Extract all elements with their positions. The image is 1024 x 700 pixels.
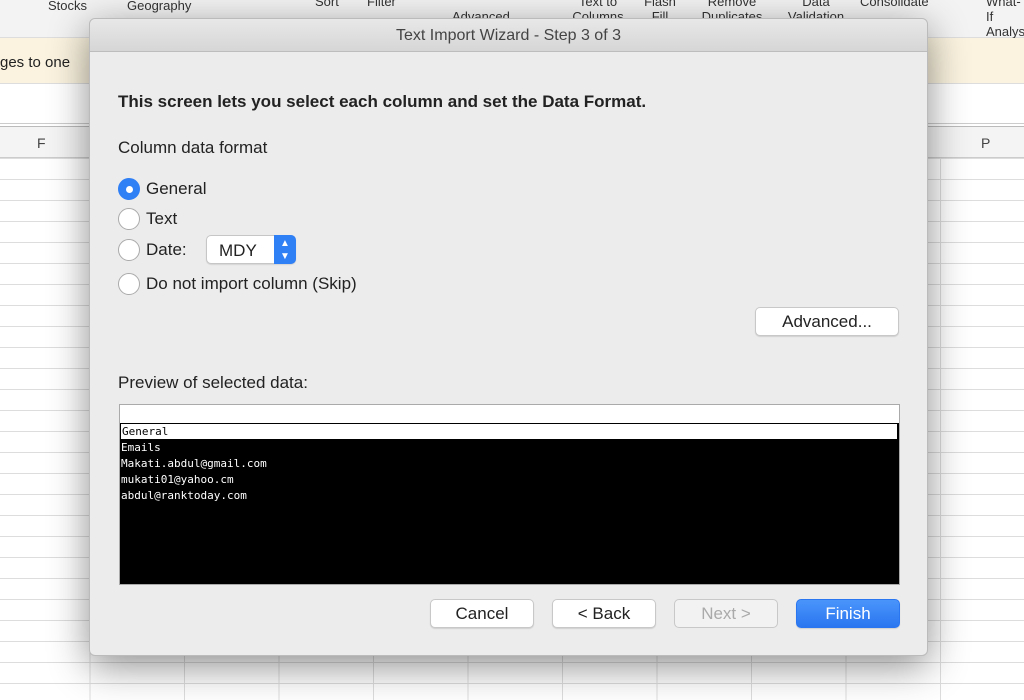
updown-chevron-icon: ▲ ▼	[274, 235, 296, 264]
column-header-f[interactable]: F	[37, 135, 46, 151]
advanced-button[interactable]: Advanced...	[755, 307, 899, 336]
ribbon-what-if[interactable]: What-If Analysis	[986, 0, 1024, 39]
radio-icon[interactable]	[118, 208, 140, 230]
radio-date[interactable]: Date:	[118, 239, 187, 261]
radio-icon[interactable]	[118, 273, 140, 295]
column-format-label: Column data format	[118, 138, 268, 157]
back-button[interactable]: < Back	[552, 599, 656, 628]
next-button[interactable]: Next >	[674, 599, 778, 628]
radio-label: Do not import column (Skip)	[146, 274, 357, 293]
preview-column-header[interactable]: General	[120, 423, 898, 440]
dialog-title: Text Import Wizard - Step 3 of 3	[90, 19, 927, 52]
radio-skip[interactable]: Do not import column (Skip)	[118, 273, 357, 295]
preview-row: Makati.abdul@gmail.com	[121, 457, 267, 470]
radio-label: Text	[146, 209, 178, 228]
ribbon-consolidate[interactable]: Consolidate	[860, 0, 929, 9]
date-format-select[interactable]: MDY ▲ ▼	[206, 235, 296, 264]
finish-button[interactable]: Finish	[796, 599, 900, 628]
preview-row: Emails	[121, 441, 161, 454]
ribbon-sort[interactable]: Sort	[315, 0, 339, 9]
radio-general[interactable]: General	[118, 178, 206, 200]
message-text: ges to one	[0, 54, 71, 71]
dialog-heading: This screen lets you select each column …	[118, 92, 647, 111]
cancel-button[interactable]: Cancel	[430, 599, 534, 628]
column-header-p[interactable]: P	[981, 135, 990, 151]
radio-label: General	[146, 179, 207, 198]
text-import-wizard-dialog: Text Import Wizard - Step 3 of 3 This sc…	[89, 18, 928, 656]
preview-label: Preview of selected data:	[118, 373, 308, 392]
radio-icon[interactable]	[118, 239, 140, 261]
preview-row: mukati01@yahoo.cm	[121, 473, 234, 486]
ribbon-geography[interactable]: Geography	[127, 0, 191, 13]
radio-label: Date:	[146, 240, 187, 259]
data-preview[interactable]: General Emails Makati.abdul@gmail.com mu…	[119, 404, 900, 585]
radio-text[interactable]: Text	[118, 208, 177, 230]
ribbon-filter[interactable]: Filter	[367, 0, 396, 9]
radio-selected-icon[interactable]	[118, 178, 140, 200]
preview-row: abdul@ranktoday.com	[121, 489, 247, 502]
ribbon-stocks[interactable]: Stocks	[48, 0, 87, 13]
date-format-value: MDY	[219, 241, 257, 260]
